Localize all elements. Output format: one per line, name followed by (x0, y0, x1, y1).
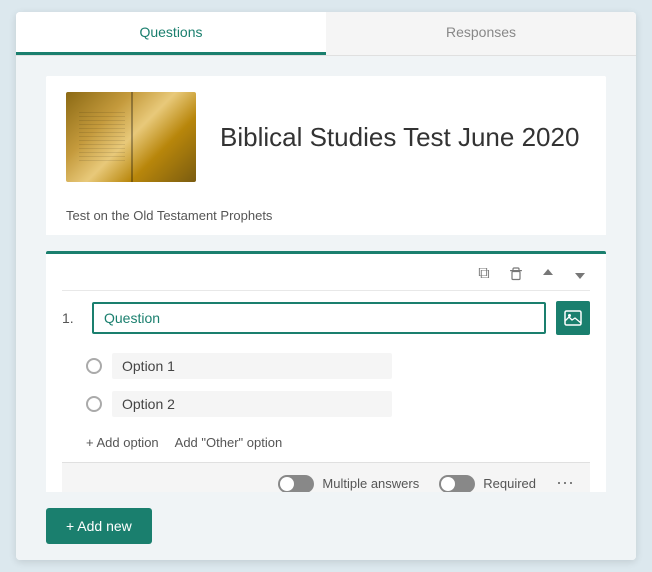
card-toolbar: ⧉ (62, 264, 590, 291)
tab-responses[interactable]: Responses (326, 12, 636, 55)
add-option-button[interactable]: + Add option (86, 435, 159, 450)
form-header: Biblical Studies Test June 2020 (46, 76, 606, 198)
question-input-wrap (92, 302, 546, 334)
more-options-icon[interactable]: ⋯ (556, 473, 574, 492)
tabs-bar: Questions Responses (16, 12, 636, 56)
add-new-button[interactable]: + Add new (46, 508, 152, 544)
content-area: Biblical Studies Test June 2020 Test on … (16, 56, 636, 492)
form-title: Biblical Studies Test June 2020 (220, 122, 579, 153)
multiple-answers-toggle[interactable] (278, 475, 314, 493)
main-container: Questions Responses Biblical Studies Tes… (16, 12, 636, 560)
question-card: ⧉ 1. (46, 251, 606, 492)
required-label: Required (483, 476, 536, 491)
option-2-text: Option 2 (112, 391, 392, 417)
form-subtitle: Test on the Old Testament Prophets (46, 208, 606, 235)
question-input[interactable] (92, 302, 546, 334)
required-toggle[interactable] (439, 475, 475, 493)
move-up-icon[interactable] (538, 264, 558, 284)
option-1-text: Option 1 (112, 353, 392, 379)
add-other-button[interactable]: Add "Other" option (175, 435, 283, 450)
options-list: Option 1 Option 2 (62, 343, 590, 427)
multiple-answers-group: Multiple answers (278, 475, 419, 493)
add-option-row: + Add option Add "Other" option (62, 427, 590, 462)
radio-option-2[interactable] (86, 396, 102, 412)
add-new-section: + Add new (16, 492, 636, 560)
form-image (66, 92, 196, 182)
radio-option-1[interactable] (86, 358, 102, 374)
multiple-answers-label: Multiple answers (322, 476, 419, 491)
question-number: 1. (62, 310, 82, 326)
add-image-button[interactable] (556, 301, 590, 335)
delete-icon[interactable] (506, 264, 526, 284)
copy-icon[interactable]: ⧉ (474, 264, 494, 284)
option-item: Option 1 (86, 347, 590, 385)
move-down-icon[interactable] (570, 264, 590, 284)
card-bottom-bar: Multiple answers Required ⋯ (62, 462, 590, 492)
required-group: Required (439, 475, 536, 493)
option-item: Option 2 (86, 385, 590, 423)
question-row: 1. (62, 291, 590, 343)
tab-questions[interactable]: Questions (16, 12, 326, 55)
